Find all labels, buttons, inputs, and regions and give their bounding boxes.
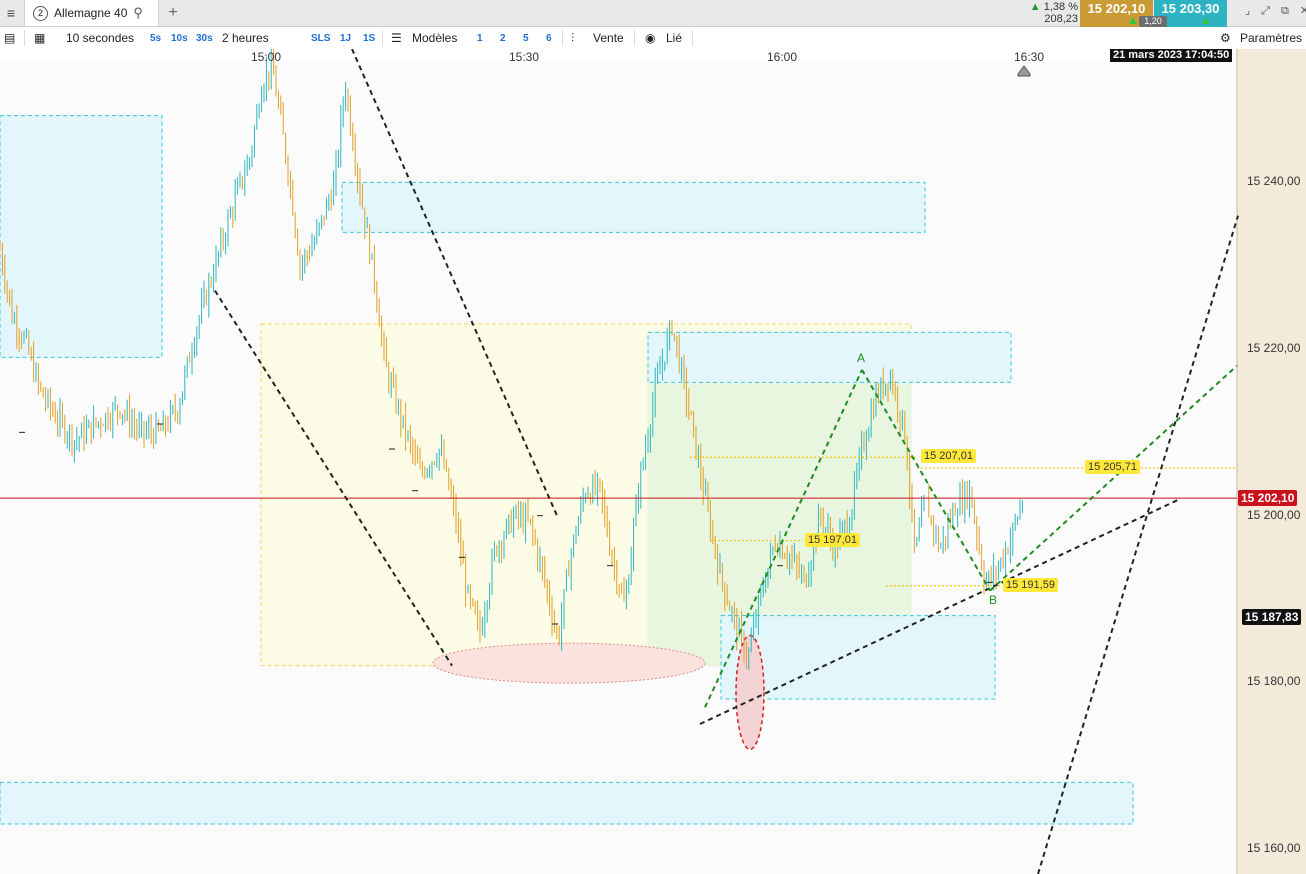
close-icon[interactable]: ✕ [1300, 5, 1306, 17]
chart-toolbar: ▤ ▦ 10 secondes 5s 10s 30s 2 heures SLS … [0, 27, 1306, 50]
spike-ellipse [735, 634, 765, 751]
layout-grid-icon[interactable]: ▦ [34, 27, 45, 49]
daily-change: ▲ 1,38 % 208,23 [1020, 0, 1078, 27]
level-label[interactable]: 15 197,01 [805, 532, 860, 547]
link-button[interactable]: Lié [666, 27, 682, 49]
pattern-point-a: A [857, 350, 866, 365]
candles-icon[interactable]: ⫶ [571, 27, 574, 49]
period-sls[interactable]: SLS [311, 27, 330, 49]
search-icon[interactable]: ⚲ [133, 5, 143, 21]
time-axis-background [0, 49, 1110, 62]
models-button[interactable]: Modèles [412, 27, 457, 49]
price-axis-background [1237, 49, 1306, 874]
list-view-icon[interactable]: ▤ [4, 27, 15, 49]
zone-cyan [0, 115, 163, 358]
settings-button[interactable]: Paramètres [1240, 27, 1302, 49]
x-tick-label: 15:30 [508, 50, 540, 64]
y-tick-label: 15 240,00 [1247, 174, 1301, 189]
link-eye-icon[interactable]: ◉ [645, 27, 655, 49]
x-tick-label: 15:00 [250, 50, 282, 64]
zone-cyan [0, 781, 1134, 825]
period-1j[interactable]: 1J [340, 27, 351, 49]
buy-up-arrow-icon [1202, 17, 1210, 24]
y-tick-label: 15 200,00 [1247, 507, 1301, 522]
tab-number-badge: 2 [33, 5, 48, 21]
model-slot-5[interactable]: 5 [523, 27, 529, 49]
y-tick-label: 15 160,00 [1247, 841, 1301, 855]
x-tick-label: 16:00 [766, 50, 798, 64]
current-price-label: 15 202,10 [1238, 490, 1298, 507]
expand-icon[interactable]: ⤢ [1261, 5, 1281, 17]
change-percent: 1,38 % [1043, 1, 1078, 13]
y-tick-label: 15 220,00 [1247, 341, 1301, 355]
interval-5s[interactable]: 5s [150, 27, 161, 49]
x-tick-label: 16:30 [1013, 50, 1045, 64]
interval-30s[interactable]: 30s [196, 27, 213, 49]
spread-badge: 1,20 [1139, 16, 1167, 27]
tab-bar: ≡ 2 Allemagne 40 ⚲ + ▲ 1,38 % 208,23 15 … [0, 0, 1306, 27]
pattern-point-b: B [989, 592, 998, 607]
arrow-up-icon: ▲ [1029, 1, 1041, 13]
change-points: 208,23 [1044, 13, 1078, 25]
period-1s[interactable]: 1S [363, 27, 375, 49]
zone-cyan [647, 331, 1012, 383]
sell-up-arrow-icon [1129, 17, 1137, 24]
interval-10s[interactable]: 10s [171, 27, 188, 49]
support-ellipse [432, 642, 706, 684]
add-tab-icon[interactable]: + [163, 0, 183, 26]
y-tick-label: 15 180,00 [1247, 674, 1301, 689]
popout-icon[interactable]: ⧉ [1281, 5, 1300, 17]
level-label[interactable]: 15 207,01 [921, 449, 976, 464]
model-slot-2[interactable]: 2 [500, 27, 506, 49]
period-selector[interactable]: 2 heures [222, 27, 269, 49]
model-slot-1[interactable]: 1 [477, 27, 483, 49]
timestamp-label: 21 mars 2023 17:04:50 [1110, 49, 1233, 62]
menu-icon[interactable]: ≡ [0, 0, 22, 26]
interval-selector[interactable]: 10 secondes [66, 27, 134, 49]
model-slot-6[interactable]: 6 [546, 27, 552, 49]
collapse-icon[interactable]: ⌟ [1245, 5, 1261, 17]
gear-icon[interactable]: ⚙ [1220, 27, 1231, 49]
tab-allemagne-40[interactable]: 2 Allemagne 40 ⚲ [24, 0, 159, 26]
price-chart[interactable]: 15:00 15:30 16:00 16:30 21 mars 2023 17:… [0, 49, 1306, 874]
level-label[interactable]: 15 191,59 [1003, 577, 1058, 592]
price-type-selector[interactable]: Vente [593, 27, 624, 49]
cursor-price-label: 15 187,83 [1242, 609, 1302, 626]
tab-label: Allemagne 40 [54, 6, 128, 20]
models-icon[interactable]: ☰ [391, 27, 402, 49]
level-label[interactable]: 15 205,71 [1085, 460, 1140, 475]
window-controls: ⌟⤢⧉✕ [1245, 4, 1306, 18]
